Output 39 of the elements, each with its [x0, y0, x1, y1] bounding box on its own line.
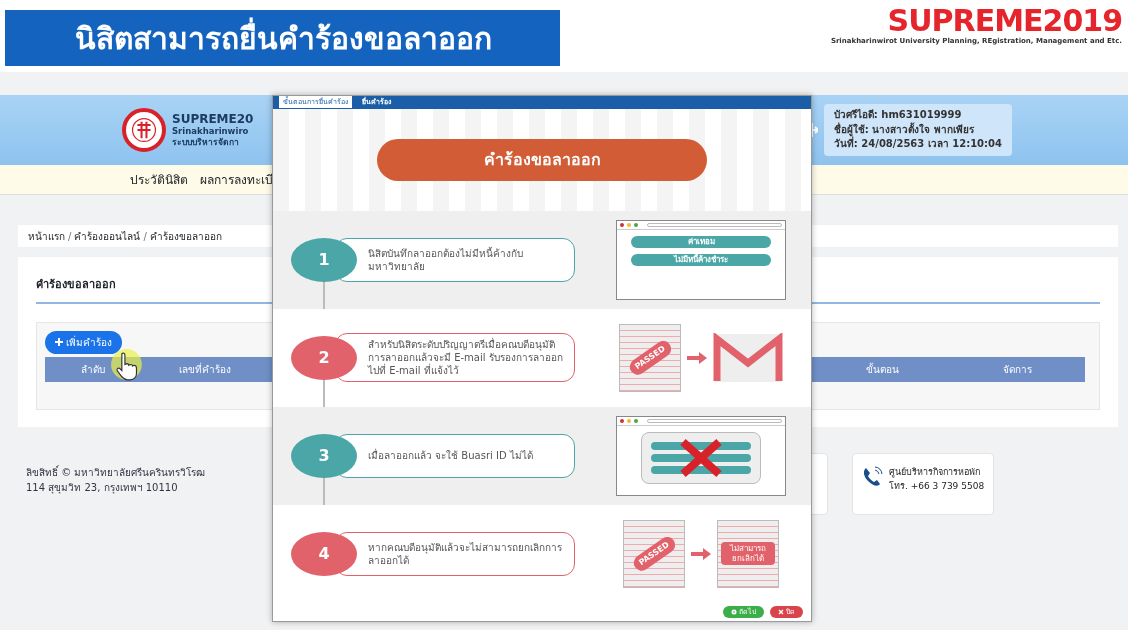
site-name-english: Srinakharinwiro [172, 126, 250, 137]
step-number: 3 [291, 433, 357, 478]
breadcrumb-link[interactable]: หน้าแรก [28, 228, 65, 244]
step-number: 4 [291, 531, 357, 576]
arrow-circle-icon [731, 608, 737, 615]
breadcrumb-separator: / [68, 229, 72, 244]
add-request-button[interactable]: เพิ่มคำร้อง [45, 330, 122, 354]
arrow-icon [687, 351, 707, 364]
mail-icon [713, 332, 783, 383]
plus-icon [55, 338, 63, 346]
close-icon [778, 608, 784, 615]
infographic-heading: คำร้องขอลาออก [377, 138, 707, 181]
status-label: ค่าเทอม [631, 235, 771, 248]
nav-link[interactable]: ประวัตินิสิต [130, 170, 188, 189]
column-header: ขั้นตอน [815, 356, 950, 382]
stamp-label: ไม่สามารถยกเลิกได้ [721, 541, 775, 566]
nav-link[interactable]: ผลการลงทะเบี [200, 170, 273, 189]
column-header: จัดการ [950, 356, 1085, 382]
copyright-text: ลิขสิทธิ์ © มหาวิทยาลัยศรีนครินทรวิโรฒ [26, 465, 206, 480]
brand-logo: SUPREME2019 [887, 6, 1122, 36]
university-seal-icon [122, 108, 166, 152]
breadcrumb-link[interactable]: คำร้องขอลาออก [149, 228, 222, 244]
contact-title: ศูนย์บริหารกิจการหอพัก [889, 466, 981, 480]
arrow-icon [691, 547, 711, 560]
user-info-text: บัวศรีไอดี: hm631019999 [833, 108, 963, 122]
column-header: เลขที่คำร้อง [140, 356, 270, 382]
phone-icon [861, 466, 883, 488]
contact-phone: โทร. +66 3 739 5508 [889, 479, 985, 493]
breadcrumb-link[interactable]: คำร้องออนไลน์ [74, 228, 141, 244]
status-label: ไม่มีหนี้ค้างชำระ [631, 253, 771, 266]
video-title: นิสิตสามารถยื่นคำร้องขอลาออก [5, 10, 560, 66]
user-info-text: วันที่: 24/08/2563 เวลา 12:10:04 [833, 137, 1002, 152]
site-name-thai: ระบบบริหารจัดกา [172, 136, 240, 147]
breadcrumb-separator: / [143, 229, 147, 244]
site-name: SUPREME20 [172, 113, 254, 127]
step-number: 2 [291, 335, 357, 380]
address-text: 114 สุขุมวิท 23, กรุงเทพฯ 10110 [26, 481, 179, 495]
user-info-text: ชื่อผู้ใช้: นางสาวตั้งใจ พากเพียร [833, 122, 975, 137]
step-number: 1 [291, 237, 357, 282]
